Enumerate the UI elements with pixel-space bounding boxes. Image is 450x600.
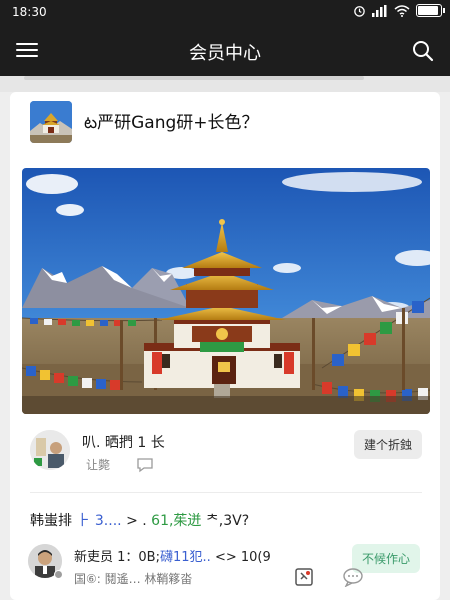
member-subtext: 国⑥: 鬩遙… 林鞘簃畓 [74,572,193,586]
rank-separator: > . [126,513,147,529]
member-name-link[interactable]: 礴11犯.. [160,550,211,565]
status-dot [54,570,63,579]
avatar[interactable] [30,430,70,470]
temple-thumbnail-icon [30,101,72,143]
battery-fill [418,6,438,15]
status-bar: 18:30 [0,0,450,26]
rank-suffix: ᄎ,3V? [205,513,250,529]
battery-icon [416,4,445,17]
status-icons [353,4,445,17]
post-thumbnail[interactable] [30,101,72,143]
reply-action-chip[interactable]: 建个折鉵 [353,430,422,459]
post-card: ట严研Gang研+长色？ 叭. 晒捫 1 长 让斃 建个折鉵 韩蚩排 ⺊ 3..… [10,92,440,600]
reply-meta: 让斃 [86,456,154,473]
member-name: 新吏员 1：0B;礴11犯.. <> 10(9 [74,546,271,565]
rank-score: 61,茱迸 [151,513,202,529]
avatar-image [30,430,70,470]
comment-icon[interactable] [136,457,154,473]
wifi-icon [394,4,410,17]
bookmark-icon[interactable] [294,567,314,587]
member-name-prefix[interactable]: 新吏员 1：0B; [74,550,160,565]
rank-line: 韩蚩排 ⺊ 3.... > . 61,茱迸 ᄎ,3V? [30,510,249,530]
search-icon[interactable] [410,38,436,64]
signal-icon [372,4,387,17]
temple-photo [22,168,430,414]
page-title: 会员中心 [189,43,261,64]
rank-label: 韩蚩排 [30,513,72,529]
status-time: 18:30 [12,5,47,19]
reply-item: 叭. 晒捫 1 长 让斃 建个折鉵 [30,426,422,480]
top-strip [0,76,450,92]
member-name-suffix: <> 10(9 [214,550,271,565]
top-strip-line [24,76,364,80]
member-row: 新吏员 1：0B;礴11犯.. <> 10(9 国⑥: 鬩遙… 林鞘簃畓 不候作… [28,544,424,600]
reply-author-name[interactable]: 叭. 晒捫 1 长 [82,432,165,452]
divider [30,492,422,493]
rank-link[interactable]: ⺊ 3.... [76,513,121,529]
post-header: ట严研Gang研+长色？ [30,100,259,144]
chat-icon[interactable] [342,567,364,587]
alarm-icon [354,6,365,17]
post-title: ట严研Gang研+长色？ [84,112,259,133]
post-hero-image[interactable] [22,168,430,414]
nav-bar: 会员中心 [0,26,450,76]
reply-meta-text: 让斃 [86,458,111,472]
